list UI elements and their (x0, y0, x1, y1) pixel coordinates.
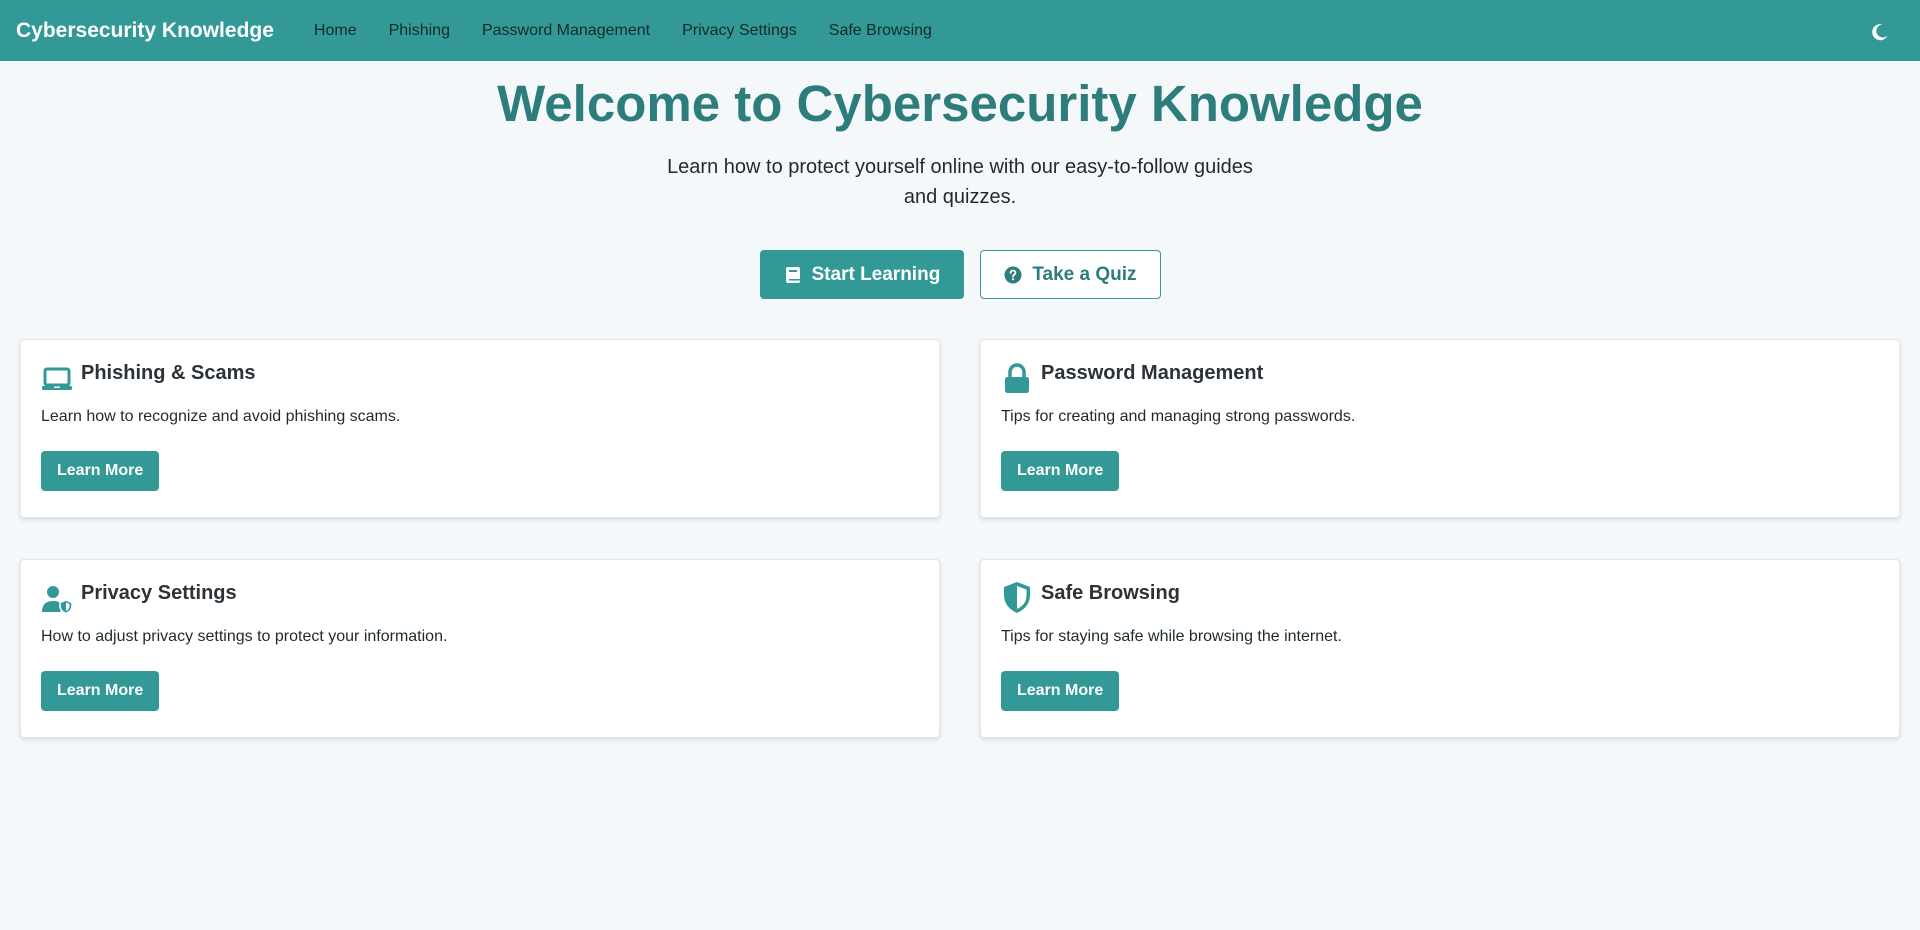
card-description: Tips for creating and managing strong pa… (1001, 408, 1356, 426)
learn-more-safe-browsing-button[interactable]: Learn More (1001, 671, 1120, 712)
card-header: Phishing & Scams (41, 360, 919, 394)
shield-icon (1001, 580, 1033, 614)
card-title: Password Management (1041, 362, 1264, 385)
nav-link-password-management[interactable]: Password Management (482, 22, 650, 40)
start-learning-label: Start Learning (811, 263, 941, 285)
card-header: Privacy Settings (41, 580, 919, 615)
card-header: Safe Browsing (1001, 580, 1879, 614)
top-navbar: Cybersecurity Knowledge Home Phishing Pa… (0, 0, 1920, 61)
card-password-management: Password Management Tips for creating an… (980, 339, 1900, 519)
lock-icon (1001, 360, 1033, 394)
take-quiz-label: Take a Quiz (1032, 263, 1137, 285)
page-title: Welcome to Cybersecurity Knowledge (497, 75, 1423, 132)
card-safe-browsing: Safe Browsing Tips for staying safe whil… (980, 559, 1900, 739)
take-quiz-button[interactable]: Take a Quiz (980, 250, 1161, 300)
card-description: How to adjust privacy settings to protec… (41, 628, 448, 646)
user-shield-icon (41, 580, 73, 615)
card-title: Privacy Settings (81, 582, 237, 605)
topic-cards: Phishing & Scams Learn how to recognize … (0, 339, 1920, 739)
card-privacy-settings: Privacy Settings How to adjust privacy s… (20, 559, 940, 739)
nav-link-phishing[interactable]: Phishing (389, 22, 450, 40)
card-description: Tips for staying safe while browsing the… (1001, 628, 1342, 646)
hero-actions: Start Learning Take a Quiz (0, 250, 1920, 300)
hero-subtitle: Learn how to protect yourself online wit… (667, 156, 1253, 209)
nav-link-privacy-settings[interactable]: Privacy Settings (682, 22, 797, 40)
moon-icon[interactable] (1870, 22, 1890, 42)
laptop-icon (41, 360, 73, 394)
brand-logo-text[interactable]: Cybersecurity Knowledge (16, 19, 274, 43)
start-learning-button[interactable]: Start Learning (759, 250, 965, 300)
card-title: Safe Browsing (1041, 582, 1180, 605)
card-phishing-scams: Phishing & Scams Learn how to recognize … (20, 339, 940, 519)
nav-link-safe-browsing[interactable]: Safe Browsing (829, 22, 932, 40)
learn-more-privacy-button[interactable]: Learn More (41, 671, 160, 712)
card-description: Learn how to recognize and avoid phishin… (41, 408, 401, 426)
learn-more-phishing-button[interactable]: Learn More (41, 451, 160, 492)
question-circle-icon (1004, 266, 1022, 284)
card-title: Phishing & Scams (81, 362, 256, 385)
card-header: Password Management (1001, 360, 1879, 394)
book-icon (784, 266, 802, 284)
learn-more-password-button[interactable]: Learn More (1001, 451, 1120, 492)
hero-section: Welcome to Cybersecurity Knowledge Learn… (0, 61, 1920, 300)
nav-links: Home Phishing Password Management Privac… (298, 22, 948, 40)
nav-link-home[interactable]: Home (314, 22, 357, 40)
